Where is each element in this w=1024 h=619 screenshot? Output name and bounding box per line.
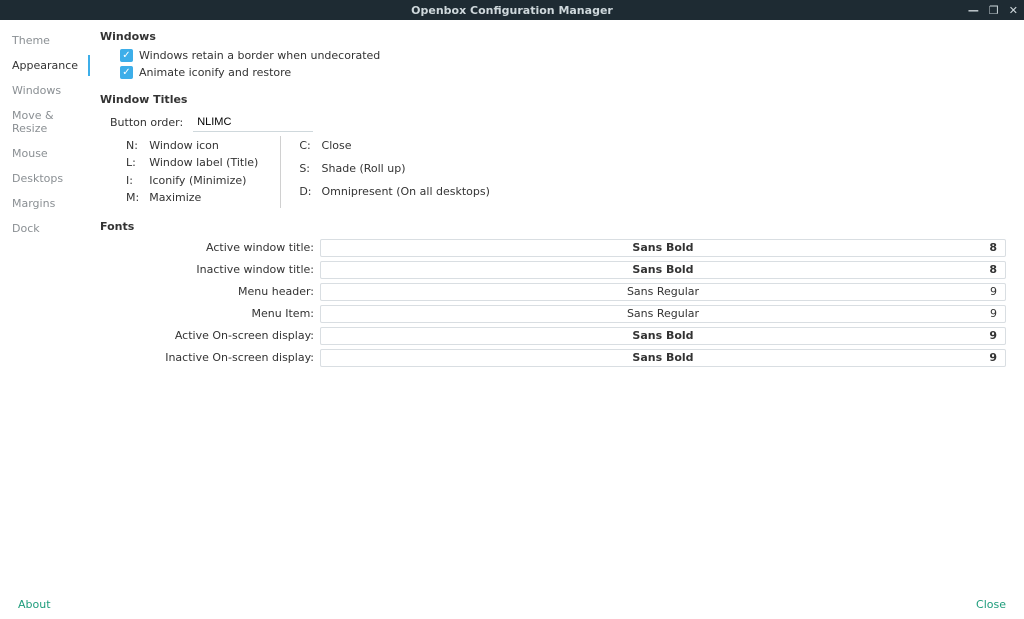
- font-label-active-osd: Active On-screen display:: [100, 329, 320, 342]
- legend-val: Iconify (Minimize): [145, 173, 262, 188]
- legend-val: Omnipresent (On all desktops): [318, 184, 494, 205]
- window-titles-heading: Window Titles: [100, 93, 1006, 106]
- sidebar-item-mouse[interactable]: Mouse: [12, 141, 89, 166]
- button-order-input[interactable]: [193, 112, 313, 132]
- button-order-label: Button order:: [110, 116, 183, 129]
- sidebar-item-margins[interactable]: Margins: [12, 191, 89, 216]
- checkbox-animate-iconify-label: Animate iconify and restore: [139, 66, 291, 79]
- legend-key: M:: [122, 190, 143, 205]
- legend-left: N:Window icon L:Window label (Title) I:I…: [120, 136, 264, 208]
- legend-val: Close: [318, 138, 494, 159]
- button-order-row: Button order:: [110, 112, 1006, 132]
- sidebar: Theme Appearance Windows Move & Resize M…: [0, 20, 90, 589]
- font-selector-active-title[interactable]: Sans Bold 8: [320, 239, 1006, 257]
- sidebar-item-theme[interactable]: Theme: [12, 28, 89, 53]
- font-name: Sans Regular: [627, 285, 699, 298]
- button-legend: N:Window icon L:Window label (Title) I:I…: [120, 136, 1006, 208]
- font-label-menu-item: Menu Item:: [100, 307, 320, 320]
- legend-val: Shade (Roll up): [318, 161, 494, 182]
- main-layout: Theme Appearance Windows Move & Resize M…: [0, 20, 1024, 589]
- about-link[interactable]: About: [18, 598, 51, 611]
- fonts-heading: Fonts: [100, 220, 1006, 233]
- font-label-active-title: Active window title:: [100, 241, 320, 254]
- font-name: Sans Bold: [632, 241, 693, 254]
- legend-key: I:: [122, 173, 143, 188]
- close-icon[interactable]: ✕: [1009, 5, 1018, 16]
- font-label-inactive-title: Inactive window title:: [100, 263, 320, 276]
- legend-val: Maximize: [145, 190, 262, 205]
- font-size: 8: [989, 241, 997, 254]
- sidebar-item-move-resize[interactable]: Move & Resize: [12, 103, 89, 141]
- legend-val: Window label (Title): [145, 155, 262, 170]
- sidebar-item-appearance[interactable]: Appearance: [12, 53, 89, 78]
- font-selector-active-osd[interactable]: Sans Bold 9: [320, 327, 1006, 345]
- checkbox-row-border: ✓ Windows retain a border when undecorat…: [120, 49, 1006, 62]
- checkbox-retain-border[interactable]: ✓: [120, 49, 133, 62]
- font-selector-menu-header[interactable]: Sans Regular 9: [320, 283, 1006, 301]
- footer: About Close: [0, 589, 1024, 619]
- legend-key: C:: [295, 138, 315, 159]
- sidebar-item-desktops[interactable]: Desktops: [12, 166, 89, 191]
- font-size: 9: [990, 285, 997, 298]
- legend-right: C:Close S:Shade (Roll up) D:Omnipresent …: [280, 136, 496, 208]
- font-size: 9: [990, 307, 997, 320]
- legend-key: N:: [122, 138, 143, 153]
- font-label-inactive-osd: Inactive On-screen display:: [100, 351, 320, 364]
- checkbox-row-animate: ✓ Animate iconify and restore: [120, 66, 1006, 79]
- checkbox-animate-iconify[interactable]: ✓: [120, 66, 133, 79]
- font-name: Sans Bold: [632, 329, 693, 342]
- font-label-menu-header: Menu header:: [100, 285, 320, 298]
- window-controls: — ❐ ✕: [968, 0, 1018, 20]
- font-name: Sans Bold: [632, 351, 693, 364]
- sidebar-item-dock[interactable]: Dock: [12, 216, 89, 241]
- sidebar-item-windows[interactable]: Windows: [12, 78, 89, 103]
- font-selector-inactive-osd[interactable]: Sans Bold 9: [320, 349, 1006, 367]
- font-name: Sans Bold: [632, 263, 693, 276]
- minimize-icon[interactable]: —: [968, 5, 979, 16]
- font-size: 9: [989, 329, 997, 342]
- font-size: 8: [989, 263, 997, 276]
- fonts-grid: Active window title: Sans Bold 8 Inactiv…: [100, 239, 1006, 367]
- close-button[interactable]: Close: [976, 598, 1006, 611]
- window-title: Openbox Configuration Manager: [411, 4, 613, 17]
- checkbox-retain-border-label: Windows retain a border when undecorated: [139, 49, 380, 62]
- font-selector-menu-item[interactable]: Sans Regular 9: [320, 305, 1006, 323]
- legend-val: Window icon: [145, 138, 262, 153]
- legend-key: S:: [295, 161, 315, 182]
- font-name: Sans Regular: [627, 307, 699, 320]
- titlebar: Openbox Configuration Manager — ❐ ✕: [0, 0, 1024, 20]
- font-selector-inactive-title[interactable]: Sans Bold 8: [320, 261, 1006, 279]
- legend-key: D:: [295, 184, 315, 205]
- font-size: 9: [989, 351, 997, 364]
- maximize-icon[interactable]: ❐: [989, 5, 999, 16]
- legend-key: L:: [122, 155, 143, 170]
- windows-heading: Windows: [100, 30, 1006, 43]
- content-area: Windows ✓ Windows retain a border when u…: [90, 20, 1024, 589]
